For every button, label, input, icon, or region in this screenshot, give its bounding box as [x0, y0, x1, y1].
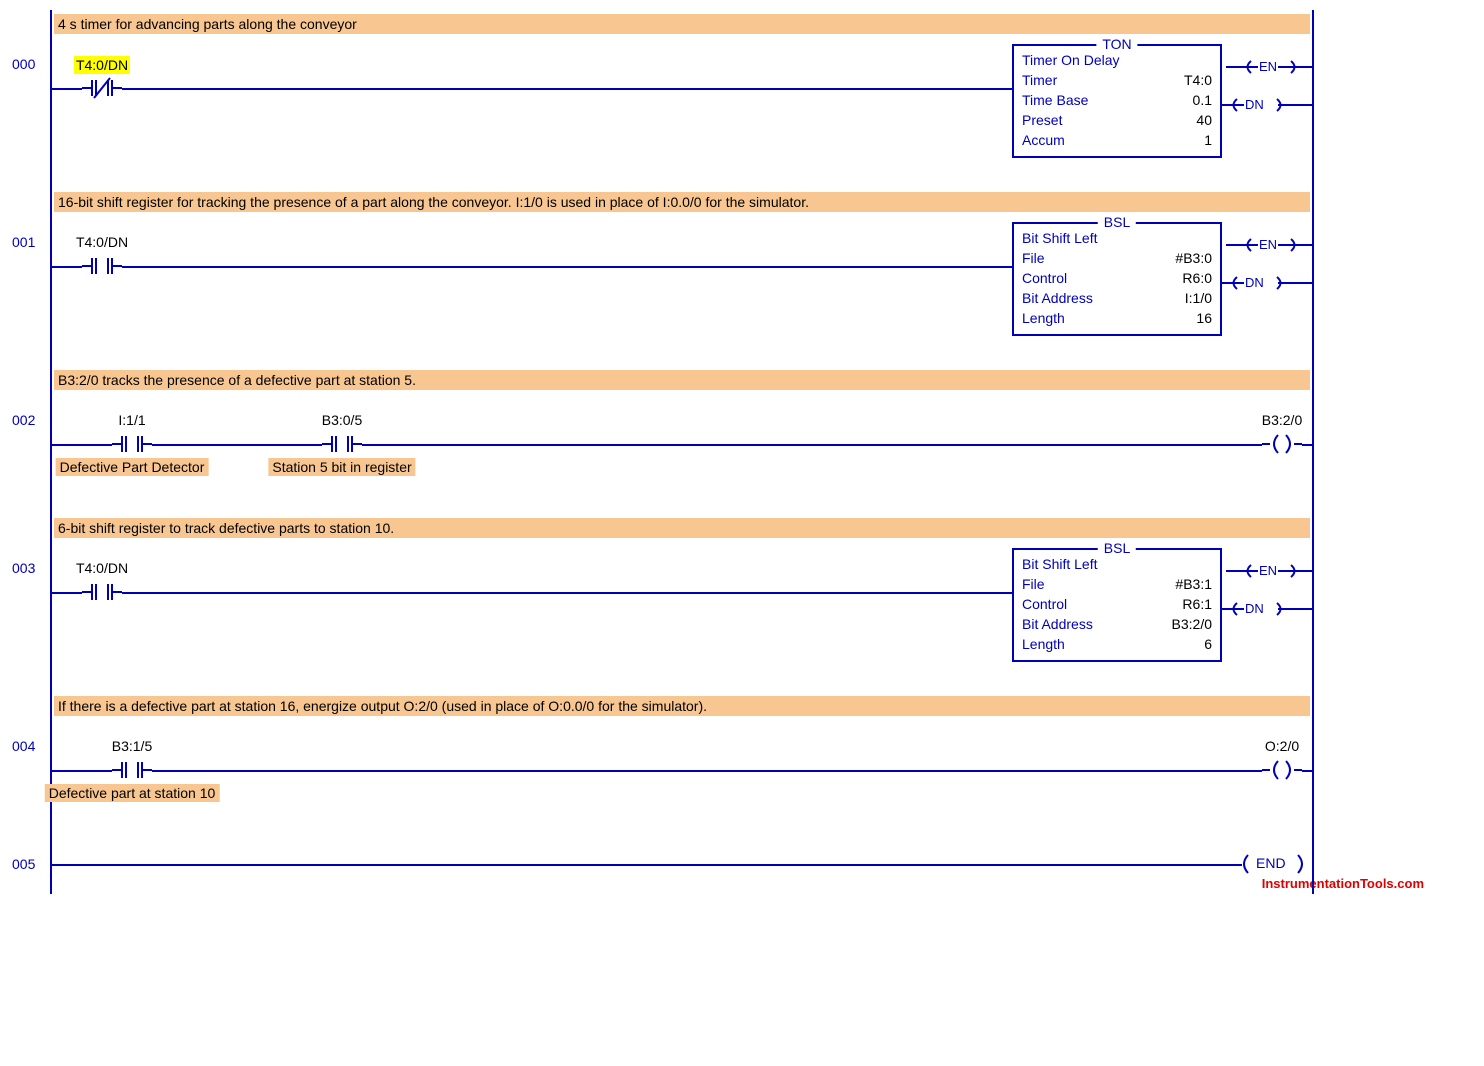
end-marker: END — [1238, 852, 1308, 879]
en-output: EN — [1226, 562, 1312, 580]
output-coil: O:2/0 — [1262, 758, 1302, 785]
dn-output: DN — [1226, 96, 1292, 114]
dn-output: DN — [1226, 274, 1292, 292]
rung: 002B3:2/0 tracks the presence of a defec… — [52, 366, 1312, 514]
xic-contact: T4:0/DN — [82, 254, 122, 278]
rung-number: 004 — [12, 738, 35, 754]
xic-contact: T4:0/DN — [82, 580, 122, 604]
rung: 005END — [52, 840, 1312, 894]
xic-contact: B3:0/5Station 5 bit in register — [322, 432, 362, 456]
rung-number: 001 — [12, 234, 35, 250]
rung-number: 003 — [12, 560, 35, 576]
rung-number: 002 — [12, 412, 35, 428]
rung-comment: 6-bit shift register to track defective … — [54, 518, 1310, 538]
dn-output: DN — [1226, 600, 1292, 618]
xic-contact: I:1/1Defective Part Detector — [112, 432, 152, 456]
rung: 0004 s timer for advancing parts along t… — [52, 10, 1312, 188]
rung-comment: B3:2/0 tracks the presence of a defectiv… — [54, 370, 1310, 390]
rung-number: 005 — [12, 856, 35, 872]
xic-contact: B3:1/5Defective part at station 10 — [112, 758, 152, 782]
rung: 004If there is a defective part at stati… — [52, 692, 1312, 840]
rung-comment: If there is a defective part at station … — [54, 696, 1310, 716]
rung: 00116-bit shift register for tracking th… — [52, 188, 1312, 366]
instruction-box: BSLBit Shift LeftFile#B3:0ControlR6:0Bit… — [1012, 222, 1222, 336]
rung-comment: 16-bit shift register for tracking the p… — [54, 192, 1310, 212]
rung-comment: 4 s timer for advancing parts along the … — [54, 14, 1310, 34]
output-coil: B3:2/0 — [1262, 432, 1302, 459]
en-output: EN — [1226, 236, 1312, 254]
xio-contact: T4:0/DN — [82, 76, 122, 100]
rung-number: 000 — [12, 56, 35, 72]
instruction-box: BSLBit Shift LeftFile#B3:1ControlR6:1Bit… — [1012, 548, 1222, 662]
en-output: EN — [1226, 58, 1312, 76]
instruction-box: TONTimer On DelayTimerT4:0Time Base0.1Pr… — [1012, 44, 1222, 158]
rung: 0036-bit shift register to track defecti… — [52, 514, 1312, 692]
